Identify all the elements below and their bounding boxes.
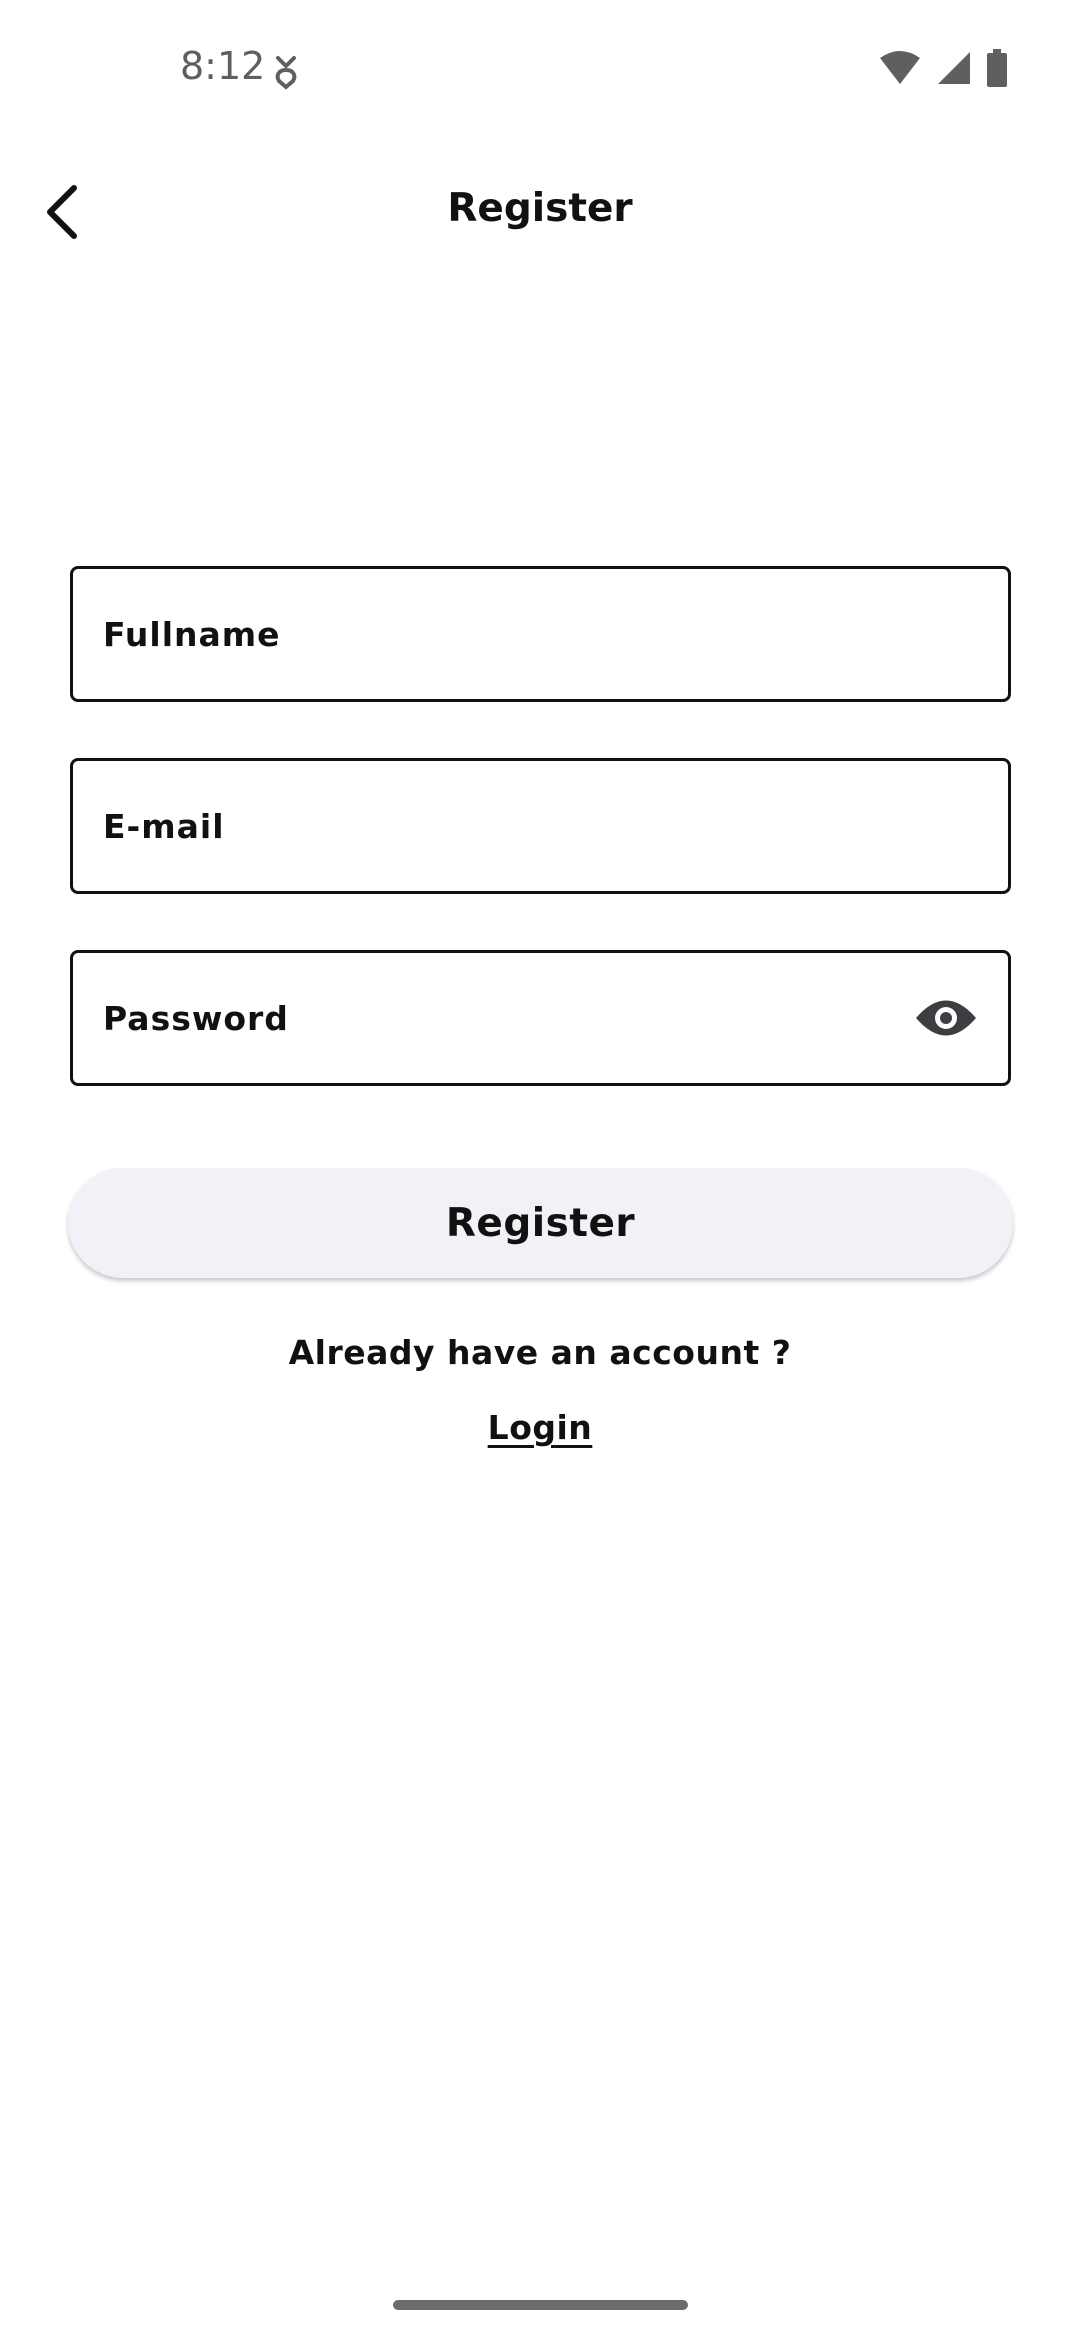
status-time: 8:12 <box>180 44 266 88</box>
page-title: Register <box>447 186 633 231</box>
password-field[interactable] <box>70 950 1011 1086</box>
home-indicator[interactable] <box>393 2300 688 2310</box>
status-bar: 8:12 <box>0 0 1080 140</box>
fullname-field[interactable] <box>70 566 1011 702</box>
register-screen: 8:12 Register Fullname E-mail Register A… <box>0 0 1080 2340</box>
wifi-icon <box>878 50 922 91</box>
password-input[interactable] <box>103 998 914 1038</box>
cellular-signal-icon <box>936 50 972 91</box>
fullname-input[interactable] <box>103 614 978 654</box>
battery-icon <box>986 48 1008 92</box>
dnd-icon <box>272 54 300 90</box>
eye-icon[interactable] <box>914 986 978 1050</box>
register-button[interactable]: Register <box>68 1168 1013 1278</box>
status-icons <box>878 48 1008 92</box>
email-input[interactable] <box>103 806 978 846</box>
email-field[interactable] <box>70 758 1011 894</box>
login-link[interactable]: Login <box>0 1408 1080 1447</box>
already-have-account-text: Already have an account ? <box>288 1333 792 1372</box>
